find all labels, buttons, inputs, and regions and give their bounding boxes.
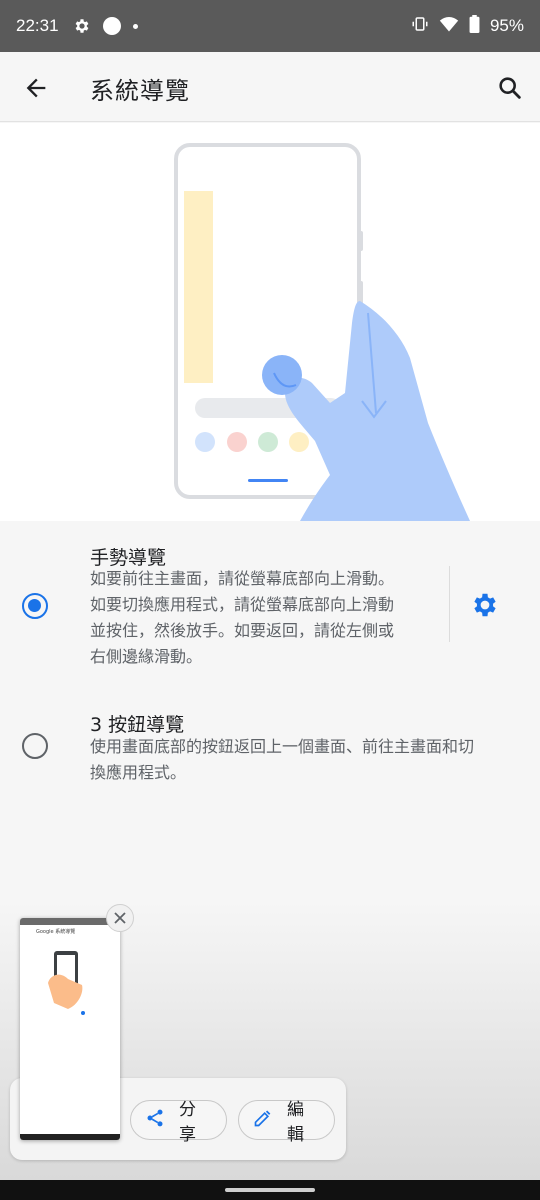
radio-gesture-navigation[interactable] xyxy=(22,593,48,619)
share-label: 分享 xyxy=(179,1100,196,1145)
page-title: 系統導覽 xyxy=(90,77,190,105)
share-button[interactable]: 分享 xyxy=(130,1100,227,1145)
home-gesture-handle[interactable] xyxy=(225,1188,315,1192)
option-description-line: 右側邊緣滑動。 xyxy=(90,647,203,666)
thumbnail-title: Google 系統導覽 xyxy=(36,929,76,935)
close-icon[interactable] xyxy=(106,904,134,932)
battery-percent: 95% xyxy=(489,16,524,35)
option-description-line: 換應用程式。 xyxy=(90,763,187,782)
option-description-line: 如要切換應用程式，請從螢幕底部向上滑動 xyxy=(90,595,395,614)
dot-status-icon xyxy=(132,23,138,29)
edit-button[interactable]: 編輯 xyxy=(238,1100,335,1145)
status-time: 22:31 xyxy=(16,16,59,35)
navigation-bar xyxy=(0,1180,540,1200)
search-icon[interactable] xyxy=(496,74,524,102)
thumbnail-illustration xyxy=(48,951,85,1015)
radio-three-button-navigation[interactable] xyxy=(22,733,48,759)
vibrate-icon xyxy=(411,15,429,38)
edit-label: 編輯 xyxy=(287,1100,304,1145)
battery-icon xyxy=(469,14,480,38)
back-arrow-icon[interactable] xyxy=(22,74,50,102)
option-divider xyxy=(449,566,450,642)
option-description-line: 如要前往主畫面，請從螢幕底部向上滑動。 xyxy=(90,569,395,588)
gear-icon[interactable] xyxy=(470,590,500,620)
screenshot-thumbnail[interactable]: Google 系統導覽 xyxy=(20,918,120,1140)
gesture-illustration xyxy=(0,123,540,521)
settings-status-icon xyxy=(73,17,91,35)
status-bar: 22:31 95% xyxy=(0,0,540,52)
pencil-icon xyxy=(253,1108,273,1133)
option-description-line: 並按住，然後放手。如要返回，請從左側或 xyxy=(90,621,395,640)
option-description-line: 使用畫面底部的按鈕返回上一個畫面、前往主畫面和切 xyxy=(90,737,475,756)
circle-status-icon xyxy=(102,17,121,35)
wifi-icon xyxy=(439,15,459,38)
app-bar: 系統導覽 xyxy=(0,52,540,122)
share-icon xyxy=(145,1108,165,1133)
option-title: 3 按鈕導覽 xyxy=(90,714,185,736)
